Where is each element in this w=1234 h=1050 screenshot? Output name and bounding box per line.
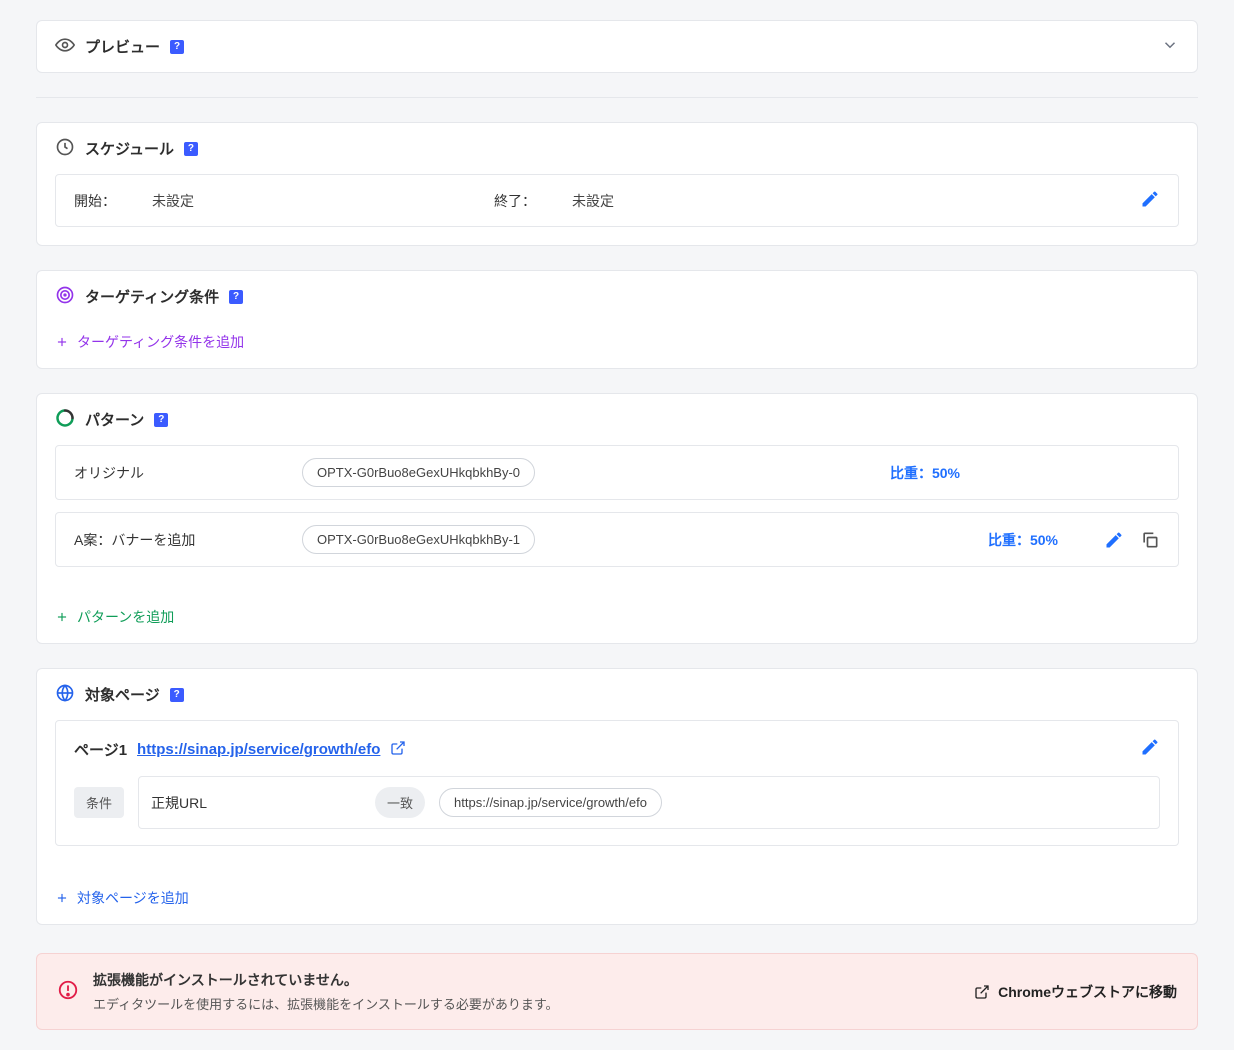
pattern-weight: 比重：50% xyxy=(988,530,1058,550)
plus-icon xyxy=(55,610,69,624)
preview-card: プレビュー ? xyxy=(36,20,1198,73)
pattern-name: オリジナル xyxy=(74,463,284,483)
alert-subtitle: エディタツールを使用するには、拡張機能をインストールする必要があります。 xyxy=(93,994,559,1013)
end-label: 終了： xyxy=(494,191,536,211)
help-icon[interactable]: ? xyxy=(170,688,184,702)
preview-header[interactable]: プレビュー ? xyxy=(37,21,1197,72)
copy-icon[interactable] xyxy=(1140,530,1160,550)
plus-icon xyxy=(55,891,69,905)
schedule-end: 終了： 未設定 xyxy=(494,191,874,211)
help-icon[interactable]: ? xyxy=(170,40,184,54)
schedule-card: スケジュール ? 開始： 未設定 終了： 未設定 xyxy=(36,122,1198,246)
alert-title: 拡張機能がインストールされていません。 xyxy=(93,970,559,990)
globe-icon xyxy=(55,683,75,706)
start-label: 開始： xyxy=(74,191,116,211)
eye-icon xyxy=(55,35,75,58)
condition-tag: 条件 xyxy=(74,787,124,818)
pattern-row-original: オリジナル OPTX-G0rBuo8eGexUHkqbkhBy-0 比重：50% xyxy=(55,445,1179,500)
plus-icon xyxy=(55,335,69,349)
patterns-header: パターン ? xyxy=(37,394,1197,445)
page-box: ページ1 https://sinap.jp/service/growth/efo… xyxy=(55,720,1179,846)
alert-message: 拡張機能がインストールされていません。 エディタツールを使用するには、拡張機能を… xyxy=(93,970,559,1013)
pattern-code-chip[interactable]: OPTX-G0rBuo8eGexUHkqbkhBy-1 xyxy=(302,525,535,554)
start-value: 未設定 xyxy=(152,191,194,211)
divider xyxy=(36,97,1198,98)
pattern-code-chip[interactable]: OPTX-G0rBuo8eGexUHkqbkhBy-0 xyxy=(302,458,535,487)
add-pattern-label: パターンを追加 xyxy=(77,607,174,627)
chrome-webstore-button[interactable]: Chromeウェブストアに移動 xyxy=(974,982,1177,1002)
external-link-icon[interactable] xyxy=(390,740,406,759)
pattern-row-actions xyxy=(1104,530,1160,550)
page-url-link[interactable]: https://sinap.jp/service/growth/efo xyxy=(137,741,380,758)
edit-icon[interactable] xyxy=(1140,737,1160,762)
add-target-page-button[interactable]: 対象ページを追加 xyxy=(37,878,1197,924)
target-pages-title: 対象ページ xyxy=(85,684,160,705)
help-icon[interactable]: ? xyxy=(184,142,198,156)
end-value: 未設定 xyxy=(572,191,614,211)
page-header: ページ1 https://sinap.jp/service/growth/efo xyxy=(74,737,1160,762)
edit-icon[interactable] xyxy=(1140,189,1160,212)
targeting-card: ターゲティング条件 ? ターゲティング条件を追加 xyxy=(36,270,1198,369)
add-pattern-button[interactable]: パターンを追加 xyxy=(37,597,1197,643)
edit-icon[interactable] xyxy=(1104,530,1124,550)
add-target-page-label: 対象ページを追加 xyxy=(77,888,189,908)
condition-match: 一致 xyxy=(375,787,425,818)
condition-field: 正規URL xyxy=(151,793,361,813)
alert-action-label: Chromeウェブストアに移動 xyxy=(998,982,1177,1002)
external-link-icon xyxy=(974,984,990,1000)
targeting-title: ターゲティング条件 xyxy=(85,286,219,307)
schedule-start: 開始： 未設定 xyxy=(74,191,454,211)
extension-alert: 拡張機能がインストールされていません。 エディタツールを使用するには、拡張機能を… xyxy=(36,953,1198,1030)
target-pages-card: 対象ページ ? ページ1 https://sinap.jp/service/gr… xyxy=(36,668,1198,925)
patterns-card: パターン ? オリジナル OPTX-G0rBuo8eGexUHkqbkhBy-0… xyxy=(36,393,1198,644)
clock-icon xyxy=(55,137,75,160)
patterns-title: パターン xyxy=(85,409,144,430)
add-targeting-label: ターゲティング条件を追加 xyxy=(77,332,244,352)
pattern-name: A案：バナーを追加 xyxy=(74,530,284,550)
condition-value-chip[interactable]: https://sinap.jp/service/growth/efo xyxy=(439,788,662,817)
add-targeting-button[interactable]: ターゲティング条件を追加 xyxy=(37,322,1197,368)
schedule-title: スケジュール xyxy=(85,138,174,159)
preview-title: プレビュー xyxy=(85,36,160,57)
schedule-header: スケジュール ? xyxy=(37,123,1197,174)
help-icon[interactable]: ? xyxy=(229,290,243,304)
targeting-header: ターゲティング条件 ? xyxy=(37,271,1197,322)
alert-icon xyxy=(57,979,79,1004)
pattern-icon xyxy=(55,408,75,431)
pattern-weight: 比重：50% xyxy=(890,463,960,483)
target-pages-header: 対象ページ ? xyxy=(37,669,1197,720)
condition-row: 正規URL 一致 https://sinap.jp/service/growth… xyxy=(138,776,1160,829)
page-label: ページ1 xyxy=(74,739,127,760)
chevron-down-icon[interactable] xyxy=(1161,36,1179,57)
schedule-row: 開始： 未設定 終了： 未設定 xyxy=(55,174,1179,227)
help-icon[interactable]: ? xyxy=(154,413,168,427)
pattern-row-a: A案：バナーを追加 OPTX-G0rBuo8eGexUHkqbkhBy-1 比重… xyxy=(55,512,1179,567)
target-icon xyxy=(55,285,75,308)
